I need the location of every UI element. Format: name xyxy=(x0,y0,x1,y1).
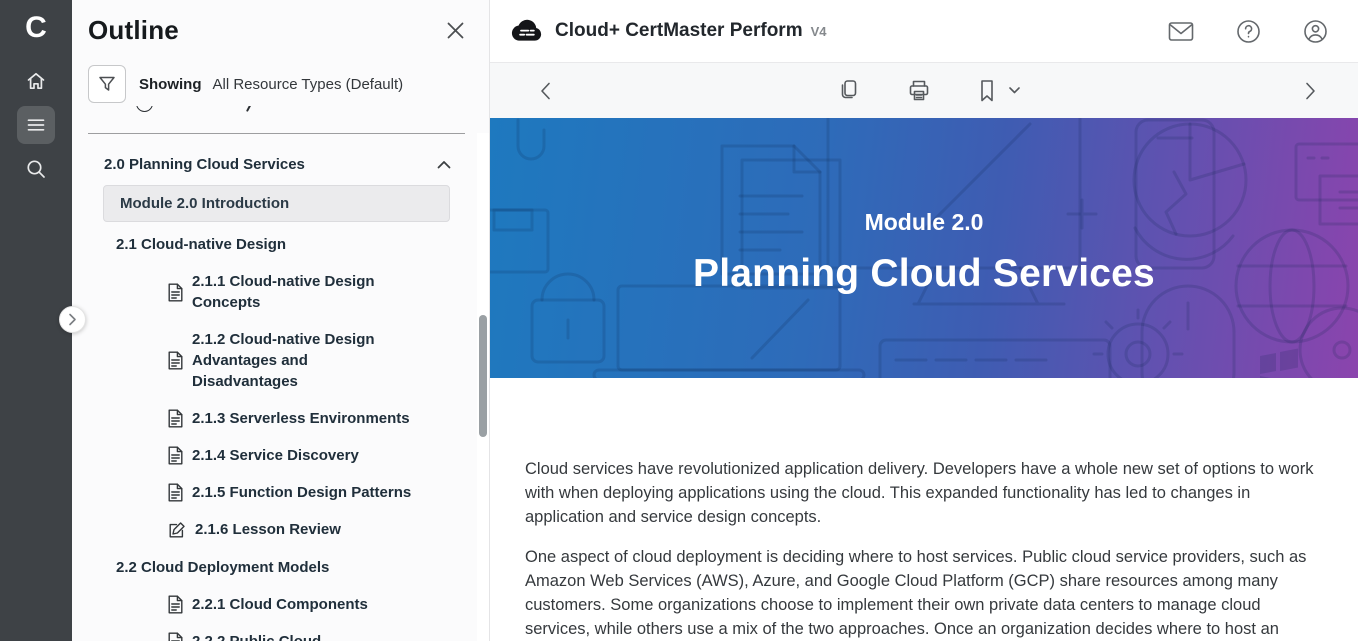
document-icon xyxy=(168,483,183,502)
subsection-label: 2.2 Cloud Deployment Models xyxy=(116,559,329,576)
outline-list: 2.0 Planning Cloud Services Module 2.0 I… xyxy=(72,134,489,641)
document-icon xyxy=(168,632,183,641)
chevron-up-icon[interactable] xyxy=(437,160,451,169)
search-icon xyxy=(24,157,48,181)
help-button[interactable] xyxy=(1236,19,1261,44)
outline-item-2-2-1[interactable]: 2.2.1 Cloud Components xyxy=(88,586,473,623)
outline-item-2-1-5[interactable]: 2.1.5 Function Design Patterns xyxy=(88,474,473,511)
outline-item-module-2-0-introduction[interactable]: Module 2.0 Introduction xyxy=(103,185,450,222)
item-label: 2.2.1 Cloud Components xyxy=(192,594,368,615)
next-page-button[interactable] xyxy=(1305,82,1316,100)
bookmark-button[interactable] xyxy=(978,79,996,103)
item-label: 2.1.6 Lesson Review xyxy=(195,519,341,540)
document-icon xyxy=(168,595,183,614)
bookmark-menu-button[interactable] xyxy=(1009,87,1020,94)
course-title: Cloud+ CertMaster Perform xyxy=(555,20,803,42)
main-area: Cloud+ CertMaster Perform V4 xyxy=(490,0,1358,641)
clipped-list-item[interactable] xyxy=(128,106,489,121)
section-label: 2.0 Planning Cloud Services xyxy=(104,156,305,173)
filter-button[interactable] xyxy=(88,65,126,103)
cloud-course-icon xyxy=(510,19,543,43)
reader-toolbar xyxy=(490,63,1358,118)
user-icon xyxy=(1303,19,1328,44)
lesson-body: Cloud services have revolutionized appli… xyxy=(490,378,1358,641)
item-label: Module 2.0 Introduction xyxy=(120,195,289,212)
showing-label: Showing xyxy=(139,76,202,93)
clipped-glyph xyxy=(246,106,252,112)
module-hero-banner: Module 2.0 Planning Cloud Services xyxy=(490,118,1358,378)
close-outline-button[interactable] xyxy=(446,21,465,40)
paragraph: Cloud services have revolutionized appli… xyxy=(525,457,1329,530)
document-icon xyxy=(168,351,183,370)
outline-scrollbar-thumb[interactable] xyxy=(479,315,487,437)
contents-button[interactable] xyxy=(17,106,55,144)
help-icon xyxy=(1236,19,1261,44)
item-label: 2.1.1 Cloud-native Design Concepts xyxy=(192,271,429,313)
home-button[interactable] xyxy=(17,62,55,100)
outline-item-2-1-3[interactable]: 2.1.3 Serverless Environments xyxy=(88,400,473,437)
envelope-icon xyxy=(1168,21,1194,42)
search-button[interactable] xyxy=(17,150,55,188)
outline-item-2-2-2[interactable]: 2.2.2 Public Cloud xyxy=(88,623,473,641)
outline-item-2-1-2[interactable]: 2.1.2 Cloud-native Design Advantages and… xyxy=(88,321,473,400)
lesson-content[interactable]: Module 2.0 Planning Cloud Services Cloud… xyxy=(490,118,1358,641)
comptia-logo: C xyxy=(25,13,47,56)
panel-collapse-handle[interactable] xyxy=(59,306,86,333)
outline-title: Outline xyxy=(88,15,179,46)
document-icon xyxy=(168,409,183,428)
account-button[interactable] xyxy=(1303,19,1328,44)
paragraph: One aspect of cloud deployment is decidi… xyxy=(525,545,1329,641)
chevron-right-icon xyxy=(68,313,77,326)
outline-section-2-0[interactable]: 2.0 Planning Cloud Services xyxy=(88,144,473,183)
item-label: 2.2.2 Public Cloud xyxy=(192,631,321,641)
subsection-label: 2.1 Cloud-native Design xyxy=(116,236,286,253)
clipped-icon xyxy=(136,106,153,112)
chevron-left-icon xyxy=(540,82,551,100)
outline-scrollbar-track[interactable] xyxy=(477,133,489,641)
module-title: Planning Cloud Services xyxy=(693,252,1155,296)
document-icon xyxy=(168,283,183,302)
outline-panel: Outline Showing All Resource Types (Defa… xyxy=(72,0,490,641)
outline-item-2-1-6[interactable]: 2.1.6 Lesson Review xyxy=(88,511,473,548)
item-label: 2.1.2 Cloud-native Design Advantages and… xyxy=(192,329,377,392)
pencil-icon xyxy=(168,521,186,539)
filter-row: Showing All Resource Types (Default) xyxy=(88,65,489,103)
chevron-right-icon xyxy=(1305,82,1316,100)
copy-button[interactable] xyxy=(836,78,860,104)
funnel-icon xyxy=(97,74,117,94)
item-label: 2.1.5 Function Design Patterns xyxy=(192,482,411,503)
app-window: C Outline xyxy=(0,0,1358,641)
close-icon xyxy=(446,21,465,40)
module-number: Module 2.0 xyxy=(865,209,984,236)
outline-item-2-1-4[interactable]: 2.1.4 Service Discovery xyxy=(88,437,473,474)
previous-page-button[interactable] xyxy=(540,82,551,100)
home-icon xyxy=(24,69,48,93)
bookmark-icon xyxy=(978,79,996,103)
item-label: 2.1.4 Service Discovery xyxy=(192,445,359,466)
printer-icon xyxy=(906,78,932,104)
messages-button[interactable] xyxy=(1168,21,1194,42)
outline-subsection-2-2[interactable]: 2.2 Cloud Deployment Models xyxy=(88,548,473,586)
menu-icon xyxy=(25,114,47,136)
document-icon xyxy=(168,446,183,465)
course-header: Cloud+ CertMaster Perform V4 xyxy=(490,0,1358,63)
print-button[interactable] xyxy=(906,78,932,104)
outline-item-2-1-1[interactable]: 2.1.1 Cloud-native Design Concepts xyxy=(88,263,473,321)
item-label: 2.1.3 Serverless Environments xyxy=(192,408,410,429)
chevron-down-icon xyxy=(1009,87,1020,94)
showing-value: All Resource Types (Default) xyxy=(213,76,404,93)
copy-icon xyxy=(836,78,860,104)
outline-subsection-2-1[interactable]: 2.1 Cloud-native Design xyxy=(88,225,473,263)
course-version: V4 xyxy=(811,24,827,39)
